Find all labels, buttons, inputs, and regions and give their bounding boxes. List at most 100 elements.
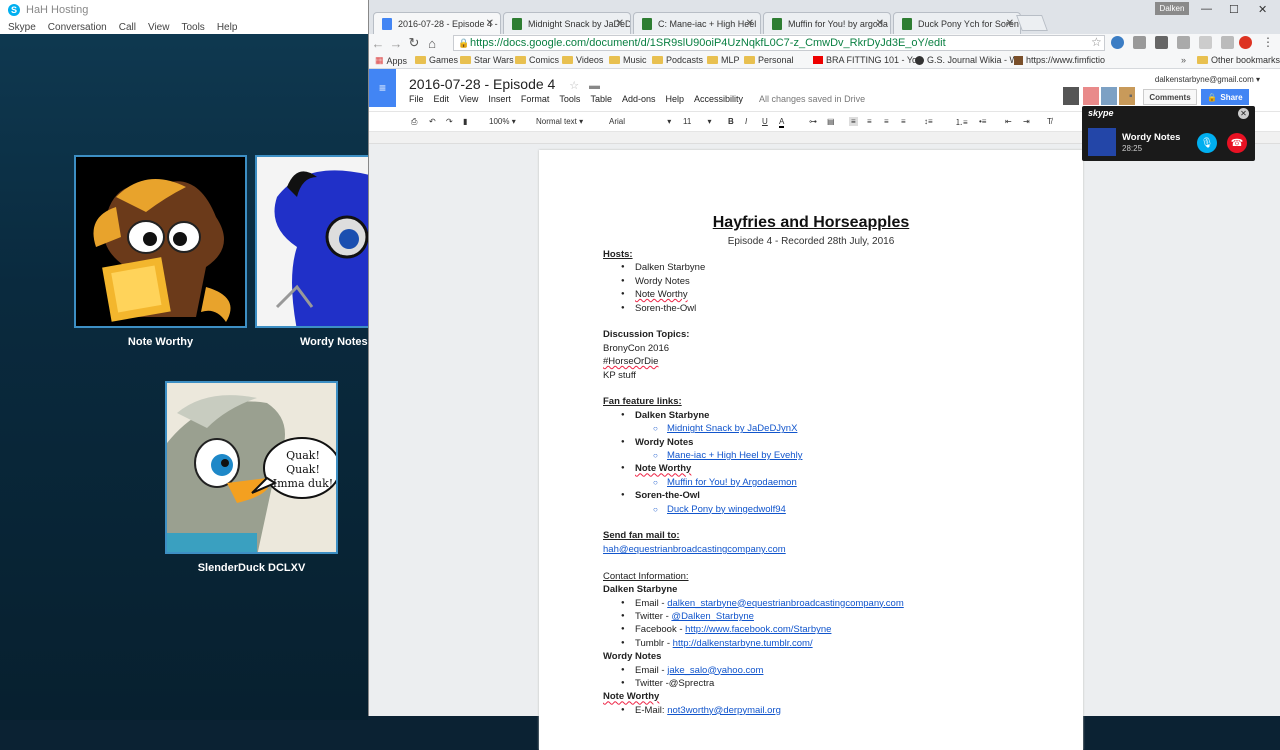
extension-icon[interactable] (1221, 36, 1234, 49)
fan-link[interactable]: Duck Pony by wingedwolf94 (653, 503, 904, 517)
microphone-icon[interactable]: 🎙 (1197, 133, 1217, 153)
participant-video-slenderduck[interactable]: Quak! Quak! Imma duk! (165, 381, 338, 554)
menu-format[interactable]: Format (521, 94, 550, 104)
star-icon[interactable]: ☆ (1091, 35, 1102, 49)
undo-icon[interactable]: ↶ (429, 117, 436, 126)
new-tab-button[interactable] (1016, 15, 1048, 31)
font-select[interactable]: Arial ▾ (609, 117, 671, 126)
menu-help[interactable]: Help (665, 94, 684, 104)
contact-link[interactable]: http://dalkenstarbyne.tumblr.com/ (673, 638, 813, 649)
fan-link[interactable]: Mane-iac + High Heel by Evehly (653, 449, 904, 463)
hang-up-icon[interactable]: ☎ (1227, 133, 1247, 153)
close-icon[interactable]: ✕ (1006, 18, 1014, 29)
print-icon[interactable]: ⎙ (411, 117, 417, 127)
close-icon[interactable]: ✕ (876, 18, 884, 29)
participant-video-wordy-notes[interactable] (255, 155, 368, 328)
skype-menu-conversation[interactable]: Conversation (48, 22, 107, 33)
menu-edit[interactable]: Edit (434, 94, 450, 104)
contact-link[interactable]: dalken_starbyne@equestrianbroadcastingco… (667, 598, 904, 609)
font-size-select[interactable]: 11 ▾ (683, 117, 712, 126)
justify-icon[interactable]: ≡ (901, 117, 906, 126)
menu-view[interactable]: View (459, 94, 478, 104)
close-icon[interactable]: ✕ (616, 18, 624, 29)
skype-menu-help[interactable]: Help (217, 22, 238, 33)
address-bar[interactable]: 🔒 https://docs.google.com/document/d/1SR… (453, 35, 1105, 51)
bookmark-music[interactable]: Music (609, 55, 647, 65)
link-icon[interactable]: ⊶ (809, 117, 817, 126)
style-select[interactable]: Normal text ▾ (536, 117, 583, 126)
chrome-menu-icon[interactable]: ⋮ (1262, 35, 1274, 49)
extension-icon[interactable] (1133, 36, 1146, 49)
extension-icon[interactable] (1199, 36, 1212, 49)
redo-icon[interactable]: ↷ (446, 117, 453, 126)
docs-home-icon[interactable]: ≡ (369, 69, 396, 107)
skype-menu-call[interactable]: Call (119, 22, 136, 33)
close-icon[interactable]: ✕ (746, 18, 754, 29)
collaborator-avatar[interactable] (1101, 87, 1117, 105)
numbered-list-icon[interactable]: ⒈≡ (955, 117, 968, 128)
bulleted-list-icon[interactable]: •≡ (979, 117, 986, 126)
menu-file[interactable]: File (409, 94, 424, 104)
fan-link[interactable]: Muffin for You! by Argodaemon (653, 476, 904, 490)
extension-icon[interactable] (1111, 36, 1124, 49)
back-icon[interactable]: ← (369, 36, 387, 51)
bookmark-gs-journal[interactable]: G.S. Journal Wikia - W (915, 55, 1018, 65)
folder-icon[interactable]: ▬ (589, 80, 600, 92)
profile-badge[interactable]: Dalken (1155, 2, 1189, 15)
paint-format-icon[interactable]: ▮ (463, 117, 467, 126)
line-spacing-icon[interactable]: ↕≡ (924, 117, 933, 126)
bookmark-other[interactable]: Other bookmarks (1197, 55, 1280, 65)
skype-call-widget[interactable]: skype ✕ Wordy Notes 28:25 🎙 ☎ (1082, 106, 1255, 161)
menu-insert[interactable]: Insert (488, 94, 511, 104)
decrease-indent-icon[interactable]: ⇤ (1005, 117, 1012, 126)
extension-icon[interactable] (1177, 36, 1190, 49)
collaborator-avatar[interactable] (1063, 87, 1079, 105)
adblock-icon[interactable] (1239, 36, 1252, 49)
comments-button[interactable]: Comments (1143, 89, 1197, 105)
maximize-icon[interactable]: ☐ (1229, 3, 1239, 16)
document-canvas[interactable]: Hayfries and Horseapples Episode 4 - Rec… (369, 144, 1280, 750)
bookmark-podcasts[interactable]: Podcasts (652, 55, 703, 65)
bookmark-bra-fitting[interactable]: BRA FITTING 101 - Yo (813, 55, 917, 65)
zoom-select[interactable]: 100% ▾ (489, 117, 516, 126)
bookmark-star-wars[interactable]: Star Wars (460, 55, 514, 65)
menu-table[interactable]: Table (590, 94, 612, 104)
align-left-icon[interactable]: ≡ (849, 117, 858, 126)
italic-icon[interactable]: I (745, 117, 747, 126)
star-icon[interactable]: ☆ (569, 80, 579, 92)
text-color-icon[interactable]: A (779, 117, 785, 128)
close-icon[interactable]: ✕ (1238, 108, 1249, 119)
skype-menu-view[interactable]: View (148, 22, 170, 33)
tab-episode-doc[interactable]: 2016-07-28 - Episode 4 - ✕ (373, 12, 501, 34)
chat-icon[interactable]: ▪ (1129, 91, 1133, 102)
align-center-icon[interactable]: ≡ (867, 117, 872, 126)
tab-duck-pony[interactable]: Duck Pony Ych for Soren ✕ (893, 12, 1021, 34)
contact-link[interactable]: http://www.facebook.com/Starbyne (685, 624, 831, 635)
skype-menu-skype[interactable]: Skype (8, 22, 36, 33)
skype-menu-tools[interactable]: Tools (181, 22, 204, 33)
window-close-icon[interactable]: ✕ (1258, 3, 1267, 16)
contact-link[interactable]: jake_salo@yahoo.com (667, 665, 763, 676)
home-icon[interactable]: ⌂ (423, 36, 441, 51)
menu-accessibility[interactable]: Accessibility (694, 94, 743, 104)
bold-icon[interactable]: B (728, 117, 734, 126)
contact-link[interactable]: @Dalken_Starbyne (671, 611, 754, 622)
document-page[interactable]: Hayfries and Horseapples Episode 4 - Rec… (539, 150, 1083, 750)
bookmark-videos[interactable]: Videos (562, 55, 603, 65)
tab-mane-iac[interactable]: C: Mane-iac + High Heel ✕ (633, 12, 761, 34)
menu-tools[interactable]: Tools (559, 94, 580, 104)
fan-link[interactable]: Midnight Snack by JaDeDJynX (653, 422, 904, 436)
close-icon[interactable]: ✕ (486, 18, 494, 29)
bookmark-fimfiction[interactable]: https://www.fimfictio (1014, 55, 1105, 65)
participant-video-note-worthy[interactable] (74, 155, 247, 328)
contact-link[interactable]: not3worthy@derpymail.org (667, 705, 781, 716)
minimize-icon[interactable]: — (1201, 3, 1212, 15)
bookmark-games[interactable]: Games (415, 55, 458, 65)
tab-muffin[interactable]: Muffin for You! by argoda ✕ (763, 12, 891, 34)
clear-formatting-icon[interactable]: T̸ (1047, 117, 1052, 126)
document-title[interactable]: 2016-07-28 - Episode 4 ☆ ▬ (409, 76, 600, 92)
increase-indent-icon[interactable]: ⇥ (1023, 117, 1030, 126)
more-bookmarks-icon[interactable]: » (1181, 55, 1186, 65)
bookmark-mlp[interactable]: MLP (707, 55, 740, 65)
account-email[interactable]: dalkenstarbyne@gmail.com ▾ (1155, 75, 1260, 84)
